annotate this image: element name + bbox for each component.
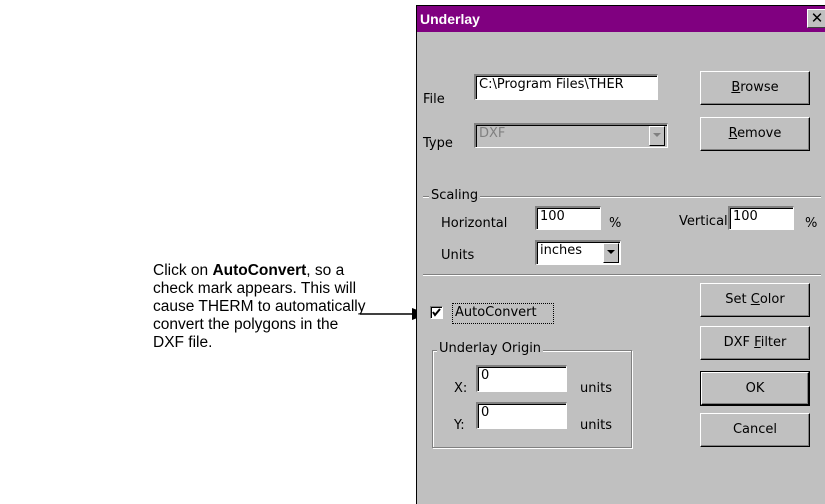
dialog-title: Underlay bbox=[420, 11, 480, 27]
file-path-input[interactable]: C:\Program Files\THER bbox=[474, 74, 658, 100]
cancel-button[interactable]: Cancel bbox=[700, 413, 810, 447]
browse-button[interactable]: Browse bbox=[700, 71, 810, 105]
dxf-filter-button[interactable]: DXF Filter bbox=[700, 326, 810, 360]
horizontal-label: Horizontal bbox=[441, 216, 508, 231]
remove-button[interactable]: Remove bbox=[700, 117, 810, 151]
scaling-title: Scaling bbox=[429, 188, 481, 203]
type-label: Type bbox=[423, 136, 453, 151]
vertical-scale-input[interactable]: 100 bbox=[728, 206, 794, 230]
horizontal-scale-input[interactable]: 100 bbox=[535, 206, 601, 230]
title-bar: Underlay ✕ bbox=[417, 6, 825, 32]
autoconvert-label[interactable]: AutoConvert bbox=[455, 305, 537, 320]
scaling-bottom-divider bbox=[423, 274, 821, 276]
file-label: File bbox=[423, 92, 445, 107]
y-label: Y: bbox=[454, 418, 465, 433]
x-label: X: bbox=[454, 381, 468, 396]
units-label: Units bbox=[441, 248, 475, 263]
vertical-label: Vertical bbox=[679, 214, 728, 229]
type-dropdown-chevron-icon[interactable] bbox=[649, 126, 665, 146]
type-select[interactable]: DXF bbox=[474, 123, 668, 148]
vertical-percent-label: % bbox=[805, 216, 818, 231]
underlay-dialog: Underlay ✕ File C:\Program Files\THER Ty… bbox=[416, 5, 825, 504]
underlay-origin-title: Underlay Origin bbox=[437, 341, 544, 356]
x-units-label: units bbox=[580, 381, 612, 396]
set-color-button[interactable]: Set Color bbox=[700, 283, 810, 317]
y-units-label: units bbox=[580, 418, 612, 433]
units-dropdown-chevron-icon[interactable] bbox=[603, 243, 619, 263]
autoconvert-checkbox[interactable] bbox=[430, 306, 443, 319]
origin-y-input[interactable]: 0 bbox=[476, 402, 567, 429]
close-icon[interactable]: ✕ bbox=[807, 9, 825, 28]
origin-x-input[interactable]: 0 bbox=[476, 365, 567, 392]
scaling-top-divider bbox=[423, 196, 821, 198]
horizontal-percent-label: % bbox=[609, 216, 622, 231]
checkmark-icon bbox=[432, 308, 441, 317]
ok-button[interactable]: OK bbox=[700, 371, 810, 406]
